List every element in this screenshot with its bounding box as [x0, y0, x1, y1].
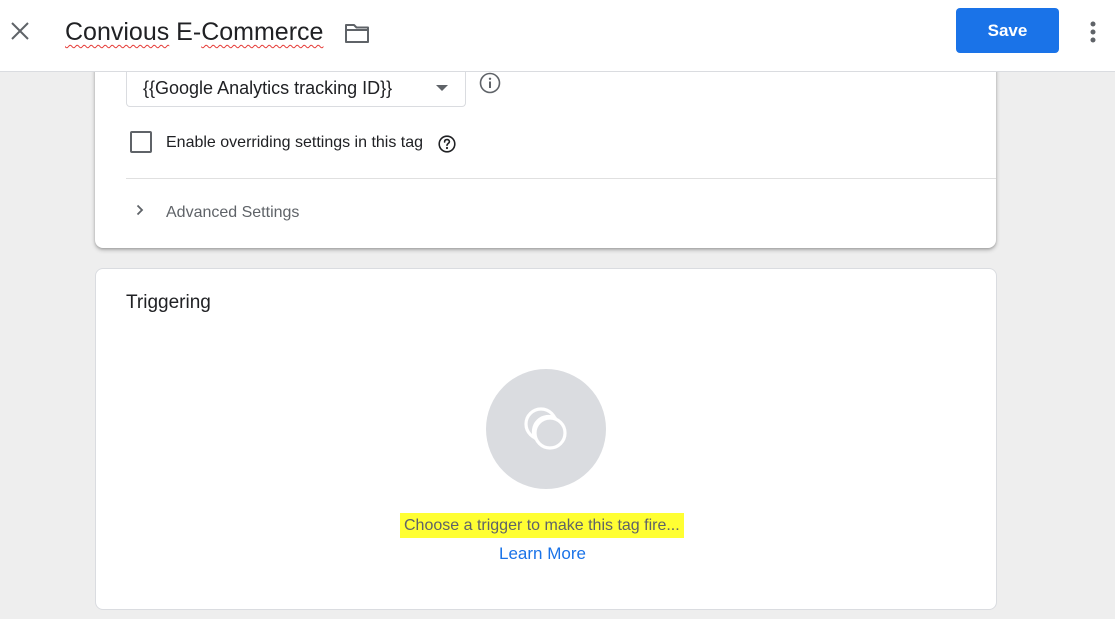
info-icon[interactable]	[479, 72, 501, 94]
dropdown-arrow-icon	[436, 85, 448, 91]
learn-more-link[interactable]: Learn More	[499, 544, 586, 564]
close-icon	[11, 22, 29, 40]
more-vert-icon	[1090, 21, 1096, 43]
tag-title[interactable]: Convious E-Commerce	[65, 16, 323, 48]
close-button[interactable]	[6, 17, 34, 45]
advanced-settings-label: Advanced Settings	[166, 204, 300, 221]
chevron-right-icon	[136, 204, 144, 216]
folder-icon	[345, 24, 369, 43]
tag-configuration-card: {{Google Analytics tracking ID}} Enable …	[95, 50, 996, 248]
triggering-card: Triggering Choose a trigger to make this…	[95, 268, 997, 610]
help-icon[interactable]	[438, 135, 456, 153]
override-settings-checkbox[interactable]	[130, 131, 152, 153]
top-bar: Convious E-Commerce Save	[0, 0, 1115, 72]
triggering-heading: Triggering	[126, 292, 211, 313]
more-options-button[interactable]	[1080, 16, 1106, 48]
advanced-settings-toggle[interactable]: Advanced Settings	[126, 195, 426, 229]
tracking-id-select-value: {{Google Analytics tracking ID}}	[143, 78, 393, 98]
trigger-icon	[524, 407, 567, 450]
tag-title-part: Commerce	[201, 18, 324, 46]
folder-button[interactable]	[343, 21, 371, 45]
override-settings-label: Enable overriding settings in this tag	[166, 134, 424, 151]
tag-title-part: Convious	[65, 18, 170, 46]
save-button[interactable]: Save	[956, 8, 1059, 53]
trigger-hint-text: Choose a trigger to make this tag fire..…	[400, 513, 684, 538]
add-trigger-button[interactable]	[486, 369, 606, 489]
divider	[126, 178, 996, 179]
tag-title-part: E-	[169, 18, 202, 46]
